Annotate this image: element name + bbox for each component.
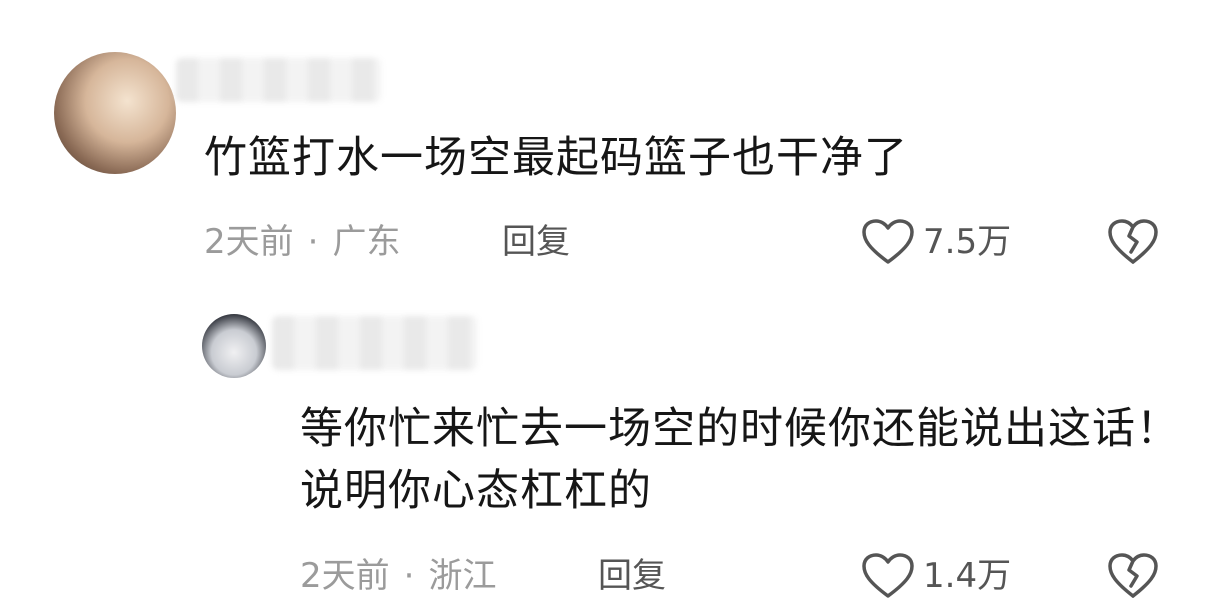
dislike-button[interactable] [1107, 552, 1159, 600]
reply-button[interactable]: 回复 [598, 556, 666, 596]
username-blurred[interactable] [176, 58, 381, 102]
like-count: 7.5万 [923, 222, 1012, 262]
meta-separator: · [307, 222, 319, 262]
like-button[interactable]: 7.5万 [861, 218, 1011, 266]
dislike-button[interactable] [1107, 218, 1159, 266]
comment-list: 竹篮打水一场空最起码篮子也干净了 2天前 · 广东 回复 7.5万 等你忙来忙去一场… [0, 0, 1224, 614]
comment-meta: 2天前 · 浙江 [300, 556, 496, 596]
reply-button[interactable]: 回复 [502, 222, 570, 262]
like-button[interactable]: 1.4万 [861, 552, 1011, 600]
comment-text: 竹篮打水一场空最起码篮子也干净了 [204, 133, 908, 183]
comment-time: 2天前 [204, 222, 294, 262]
broken-heart-icon [1108, 553, 1158, 598]
meta-separator: · [403, 556, 415, 596]
heart-outline-icon [862, 219, 914, 264]
heart-outline-icon [862, 553, 914, 598]
avatar[interactable] [54, 52, 176, 174]
comment-location: 浙江 [428, 556, 497, 596]
broken-heart-icon [1108, 219, 1158, 264]
comment-meta: 2天前 · 广东 [204, 222, 400, 262]
avatar[interactable] [202, 314, 266, 378]
username-blurred[interactable] [272, 316, 477, 370]
comment-location: 广东 [332, 222, 401, 262]
like-count: 1.4万 [923, 556, 1012, 596]
comment-text: 等你忙来忙去一场空的时候你还能说出这话！说明你心态杠杠的 [300, 404, 1180, 516]
comment-time: 2天前 [300, 556, 390, 596]
